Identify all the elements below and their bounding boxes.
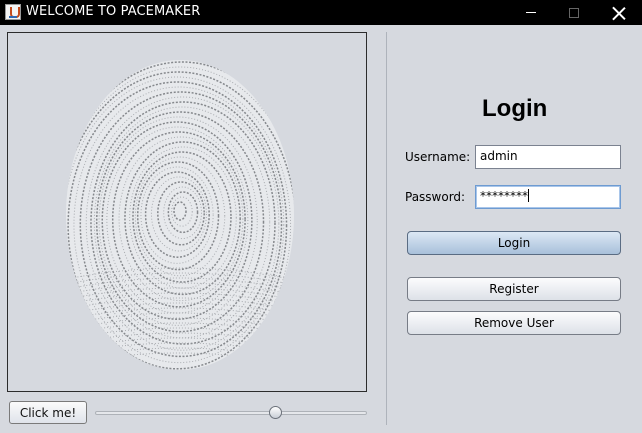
close-button[interactable] [596,0,641,25]
password-label: Password: [405,190,466,204]
slider[interactable] [95,404,367,422]
text-caret [528,189,529,202]
maximize-button[interactable] [551,0,596,25]
username-input[interactable]: admin [475,145,621,169]
username-value: admin [480,149,518,163]
slider-track [95,411,367,415]
login-heading: Login [482,95,548,122]
close-icon [612,6,626,20]
java-app-icon [5,4,21,20]
click-me-button[interactable]: Click me! [9,401,87,424]
remove-user-button[interactable]: Remove User [407,311,621,335]
window-title: WELCOME TO PACEMAKER [26,4,201,19]
title-bar: WELCOME TO PACEMAKER [0,0,642,25]
minimize-button[interactable] [508,0,553,25]
login-button[interactable]: Login [407,231,621,255]
password-input[interactable]: ******** [475,185,621,209]
register-button[interactable]: Register [407,277,621,301]
username-label: Username: [405,150,471,164]
fingerprint-image [66,60,294,370]
password-value: ******** [480,189,528,203]
slider-thumb[interactable] [269,406,282,419]
fingerprint-image-panel [7,32,367,392]
minimize-icon [525,12,536,13]
vertical-separator [386,32,387,425]
maximize-icon [568,7,579,18]
